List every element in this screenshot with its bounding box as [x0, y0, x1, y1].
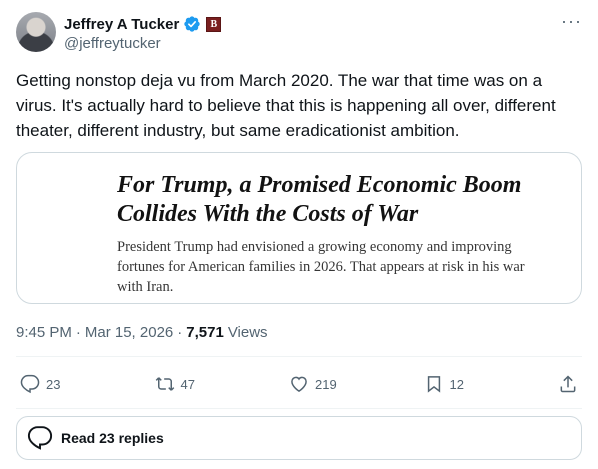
- reply-icon: [20, 374, 40, 394]
- divider: [16, 408, 582, 409]
- user-handle[interactable]: @jeffreytucker: [64, 35, 221, 52]
- meta-separator: ·: [177, 324, 183, 341]
- display-name[interactable]: Jeffrey A Tucker: [64, 16, 179, 33]
- card-summary: President Trump had envisioned a growing…: [117, 239, 525, 295]
- views-count[interactable]: 7,571: [186, 324, 224, 341]
- card-headline: For Trump, a Promised Economic Boom Coll…: [117, 172, 522, 227]
- tweet-meta: 9:45 PM · Mar 15, 2026 · 7,571 Views: [16, 324, 268, 341]
- read-replies-button[interactable]: Read 23 replies: [16, 416, 582, 460]
- share-icon: [560, 375, 576, 393]
- bookmark-count: 12: [449, 376, 464, 392]
- views-label: Views: [227, 324, 268, 341]
- tweet-header: Jeffrey A Tucker B @jeffreytucker ···: [16, 12, 582, 54]
- meta-separator: ·: [75, 324, 81, 341]
- heart-icon: [291, 376, 307, 392]
- affiliate-badge-icon[interactable]: B: [206, 16, 222, 32]
- tweet-date[interactable]: Mar 15, 2026: [85, 324, 173, 341]
- reply-button[interactable]: 23: [20, 374, 140, 394]
- link-card[interactable]: For Trump, a Promised Economic Boom Coll…: [16, 152, 582, 304]
- avatar[interactable]: [16, 12, 56, 52]
- tweet-time[interactable]: 9:45 PM: [16, 324, 72, 341]
- bookmark-icon: [427, 376, 440, 393]
- more-options-icon[interactable]: ···: [561, 12, 582, 30]
- repost-count: 47: [180, 376, 195, 392]
- repost-button[interactable]: 47: [155, 374, 275, 394]
- repost-icon: [155, 377, 174, 391]
- name-row: Jeffrey A Tucker B: [64, 14, 222, 34]
- verified-badge-icon: [184, 16, 201, 32]
- tweet-text: Getting nonstop deja vu from March 2020.…: [16, 71, 556, 140]
- divider: [16, 356, 582, 357]
- author-info: Jeffrey A Tucker B @jeffreytucker: [64, 14, 222, 52]
- read-replies-label: Read 23 replies: [61, 430, 164, 446]
- reply-icon: [27, 426, 53, 450]
- share-button[interactable]: [558, 374, 578, 394]
- bookmark-button[interactable]: 12: [424, 374, 544, 394]
- reply-count: 23: [46, 376, 61, 392]
- like-button[interactable]: 219: [289, 374, 409, 394]
- like-count: 219: [315, 376, 337, 392]
- action-bar: 23 47 219 12: [16, 360, 582, 408]
